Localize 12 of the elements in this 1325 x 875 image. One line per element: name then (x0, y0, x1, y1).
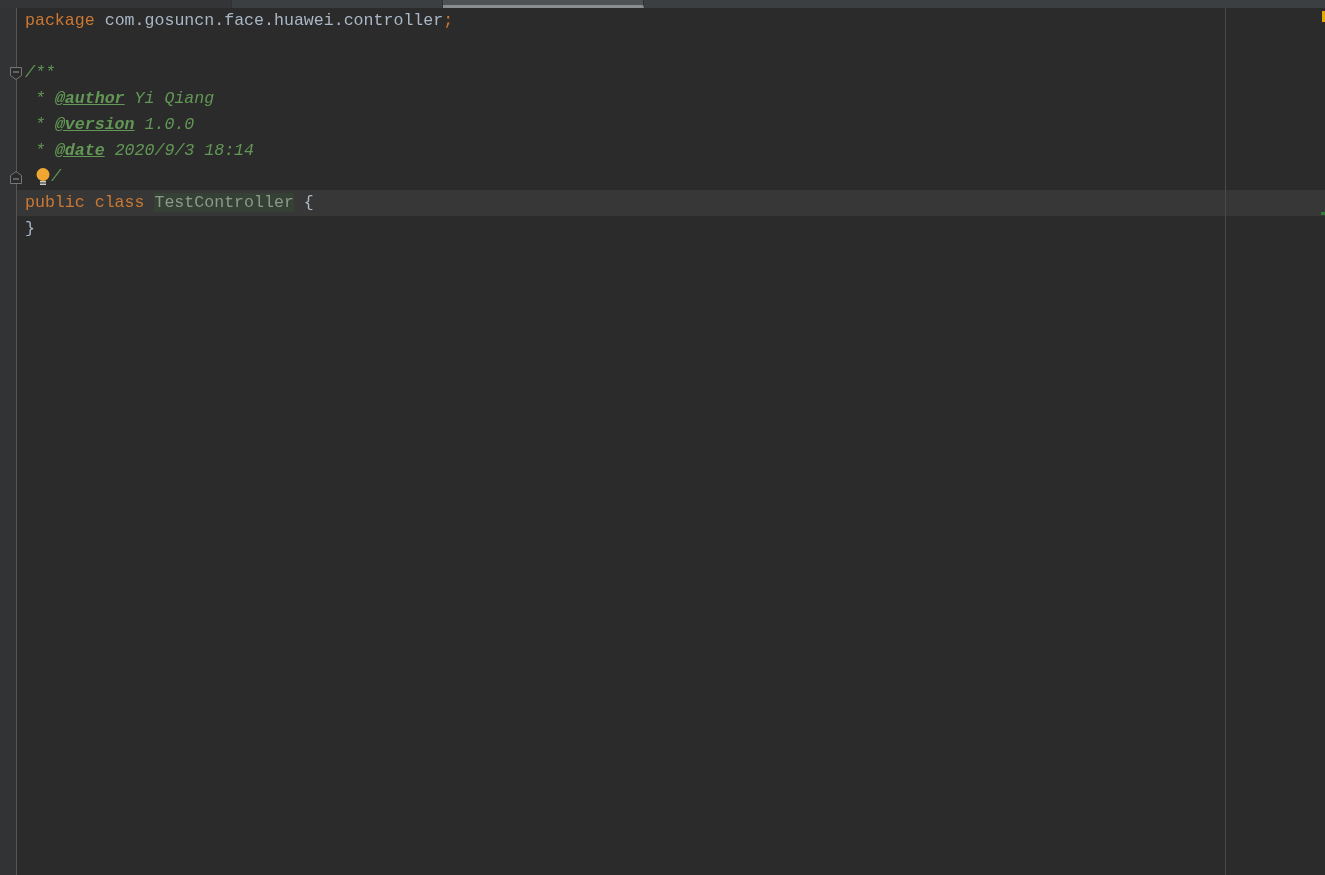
lightbulb-icon[interactable] (35, 167, 51, 187)
code-line: public class TestController { (25, 192, 314, 214)
code-line: * @version 1.0.0 (33, 114, 195, 136)
code-line: /** (25, 62, 55, 84)
code-line: } (25, 218, 35, 240)
code-line: * @date 2020/9/3 18:14 (33, 140, 255, 162)
code-line: package com.gosuncn.face.huawei.controller; (25, 10, 454, 32)
fold-icon[interactable] (10, 171, 22, 184)
editor-tab[interactable] (443, 0, 644, 8)
fold-icon[interactable] (10, 67, 22, 80)
code-line: * @author Yi Qiang (33, 88, 215, 110)
code-text: / (51, 166, 61, 188)
